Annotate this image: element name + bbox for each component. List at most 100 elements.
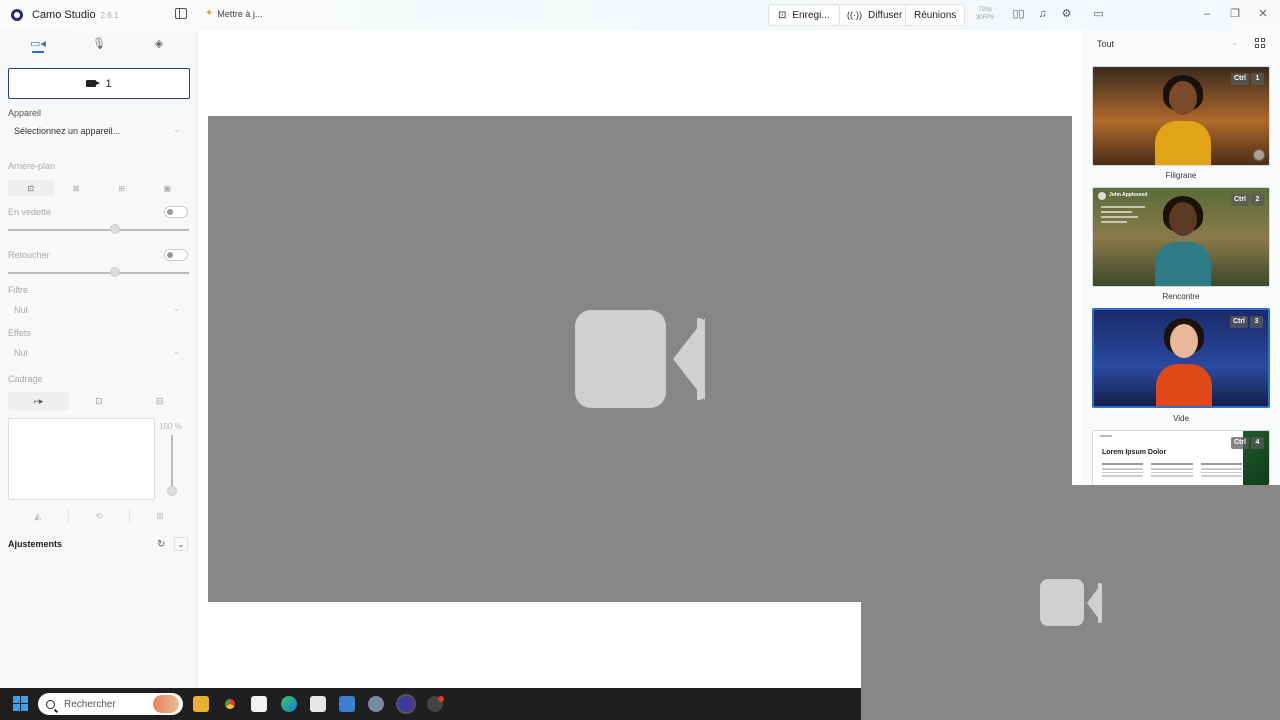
overlay-name: John Appleseed — [1109, 192, 1148, 198]
shortcut-number: 3 — [1250, 316, 1263, 328]
chrome-icon[interactable] — [222, 696, 238, 712]
framing-center-option[interactable]: ⊟ — [129, 392, 190, 410]
taskbar-search[interactable]: Rechercher — [38, 693, 183, 715]
tab-audio[interactable]: 🎙︎ — [69, 32, 129, 54]
framing-preview[interactable] — [8, 418, 155, 500]
rotate-button[interactable]: ⟲ — [69, 508, 130, 524]
shortcut-key: Ctrl — [1230, 194, 1249, 206]
scene-filter-value: Tout — [1097, 38, 1115, 49]
transform-options: ◭ ⟲ ⊞ — [8, 508, 190, 524]
update-button[interactable]: ✦ Mettre à j... — [205, 8, 262, 19]
close-icon[interactable]: ✕ — [1256, 8, 1270, 21]
search-label: Rechercher — [64, 698, 116, 710]
tab-layers[interactable]: ◈ — [129, 32, 189, 54]
retouch-label: Retoucher — [8, 250, 50, 260]
scene-thumbnail-2[interactable]: John Appleseed Ctrl 2 — [1092, 187, 1270, 287]
retouch-toggle[interactable] — [164, 249, 188, 261]
store-icon[interactable] — [310, 696, 326, 712]
featured-slider[interactable] — [8, 229, 189, 231]
scene-filter-select[interactable]: Tout ⌄ — [1092, 35, 1244, 52]
file-explorer-icon[interactable] — [193, 696, 209, 712]
scene-thumbnail-4[interactable]: Lorem Ipsum Dolor Ctrl 4 — [1092, 430, 1270, 485]
broadcast-label: Diffuser — [868, 9, 903, 21]
reset-icon[interactable]: ↻ — [157, 539, 165, 550]
effects-label: Effets — [8, 328, 31, 338]
background-blur-option[interactable]: ⊠ — [54, 180, 100, 196]
restore-icon[interactable]: ❐ — [1228, 8, 1242, 21]
sparkle-icon: ✦ — [205, 8, 214, 19]
search-icon — [46, 699, 55, 709]
update-label: Mettre à j... — [217, 8, 263, 19]
effects-select[interactable]: Nul ⌄ — [8, 344, 188, 362]
shortcut-key: Ctrl — [1230, 73, 1249, 85]
bell-icon[interactable]: ♫ — [1036, 8, 1049, 21]
background-none-option[interactable]: ⊡ — [8, 180, 54, 196]
scene-thumbnail-3[interactable]: Ctrl 3 — [1092, 308, 1270, 408]
device-select[interactable]: Sélectionnez un appareil... ⌄ — [8, 122, 188, 140]
fit-icon: ⊞ — [156, 510, 164, 521]
gear-icon[interactable]: ⚙ — [1060, 8, 1073, 21]
background-effect-option[interactable]: ⊞ — [99, 180, 145, 196]
retouch-slider-thumb[interactable] — [110, 267, 120, 277]
sidebar-toggle-icon[interactable] — [175, 8, 187, 19]
meetings-button[interactable]: Réunions — [905, 4, 966, 26]
broadcast-icon: ((·)) — [847, 10, 862, 20]
camo-taskbar-icon[interactable] — [398, 696, 414, 712]
background-image-option[interactable]: ▣ — [145, 180, 191, 196]
chevron-down-icon: ⌄ — [173, 304, 180, 313]
background-label: Arrière-plan — [8, 161, 56, 171]
mirror-button[interactable]: ◭ — [8, 508, 69, 524]
settings-icon[interactable] — [368, 696, 384, 712]
title-bar: Camo Studio 2.6.1 — [0, 0, 1280, 30]
scene-label: Filigrane — [1165, 171, 1197, 180]
record-button[interactable]: ⊡ Enregi... — [768, 4, 840, 26]
video-source-button[interactable]: 1 — [8, 68, 190, 99]
chevron-down-icon: ⌄ — [173, 347, 180, 356]
windows-start-icon[interactable] — [13, 696, 29, 712]
chevron-down-icon[interactable]: ⌄ — [174, 537, 188, 551]
featured-toggle[interactable] — [164, 206, 188, 218]
center-frame-icon: ⊟ — [155, 395, 164, 406]
minimize-icon[interactable]: – — [1200, 8, 1214, 21]
face-frame-icon: ⊡ — [95, 395, 103, 406]
shortcut-number: 4 — [1251, 437, 1264, 449]
crop-icon: ⌐▸ — [33, 395, 44, 406]
shortcut-key: Ctrl — [1229, 316, 1248, 328]
microphone-icon: 🎙︎ — [92, 37, 106, 50]
record-label: Enregi... — [792, 9, 830, 21]
chevron-down-icon: ⌄ — [1231, 38, 1238, 47]
zoom-slider[interactable] — [171, 435, 173, 489]
presenter-image — [1156, 318, 1212, 406]
app-title: Camo Studio — [32, 9, 96, 21]
resolution-value: 720p — [978, 7, 992, 13]
grid-view-icon[interactable] — [1255, 38, 1266, 49]
scene-thumbnail-1[interactable]: Ctrl 1 — [1092, 66, 1270, 166]
framing-manual-option[interactable]: ⌐▸ — [8, 392, 69, 410]
fit-button[interactable]: ⊞ — [130, 508, 190, 524]
filter-select[interactable]: Nul ⌄ — [8, 301, 188, 319]
layout-columns-icon[interactable]: ▯▯ — [1012, 8, 1025, 21]
panel-toggle-icon[interactable]: ▭ — [1092, 8, 1105, 21]
rotate-icon: ⟲ — [95, 510, 103, 521]
video-camera-placeholder-icon — [575, 310, 705, 408]
framing-auto-option[interactable]: ⊡ — [69, 392, 130, 410]
record-icon: ⊡ — [778, 9, 787, 21]
shortcut-number: 1 — [1251, 73, 1264, 85]
calculator-icon[interactable] — [339, 696, 355, 712]
terminal-app-icon[interactable] — [251, 696, 267, 712]
person-icon: ⊡ — [27, 183, 35, 193]
featured-slider-thumb[interactable] — [110, 224, 120, 234]
effect-icon: ⊞ — [118, 183, 126, 193]
panel-tabs: ▭◂ 🎙︎ ◈ — [0, 32, 198, 54]
source-number: 1 — [105, 77, 112, 90]
image-icon: ▣ — [163, 183, 172, 193]
overlay-text-lines — [1101, 206, 1145, 226]
broadcast-button[interactable]: ((·)) Diffuser — [839, 4, 911, 26]
edge-icon[interactable] — [281, 696, 297, 712]
zoom-slider-thumb[interactable] — [167, 486, 177, 496]
adjustments-label: Ajustements — [8, 539, 63, 549]
camera-icon — [86, 80, 101, 87]
retouch-slider[interactable] — [8, 272, 189, 274]
effects-select-value: Nul — [14, 348, 28, 358]
tab-video[interactable]: ▭◂ — [8, 32, 68, 54]
